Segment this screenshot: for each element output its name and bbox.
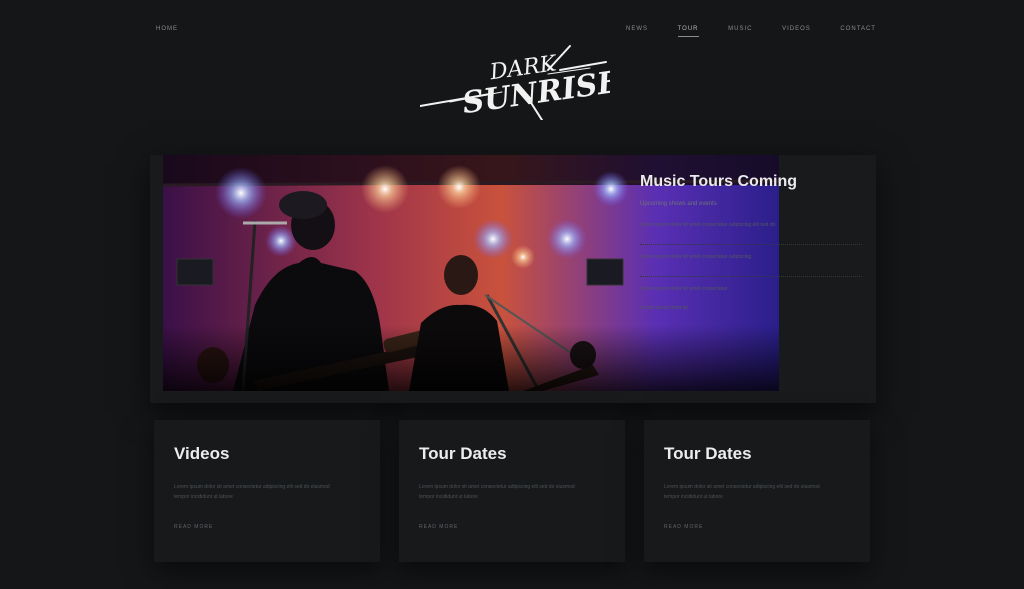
card-videos[interactable]: Videos Lorem ipsum dolor sit amet consec… [154, 420, 380, 562]
card-body: Lorem ipsum dolor sit amet consectetur a… [419, 484, 575, 500]
hero-body-line: Lorem ipsum dolor sit amet consectetur a… [640, 254, 752, 260]
card-body: Lorem ipsum dolor sit amet consectetur a… [174, 484, 330, 500]
card-tour-dates-2[interactable]: Tour Dates Lorem ipsum dolor sit amet co… [644, 420, 870, 562]
nav-home-link[interactable]: HOME [156, 26, 178, 32]
card-title: Videos [174, 444, 230, 463]
hero-text-block: Music Tours Coming Upcoming shows and ev… [640, 173, 862, 313]
nav-news-link[interactable]: NEWS [626, 26, 648, 37]
nav-videos-link[interactable]: VIDEOS [782, 26, 811, 37]
card-title: Tour Dates [419, 444, 507, 463]
hero-body-line: Lorem ipsum dolor sit amet consectetur [640, 286, 728, 292]
nav-contact-link[interactable]: CONTACT [840, 26, 876, 37]
card-read-more-link[interactable]: READ MORE [664, 524, 703, 530]
card-tour-dates[interactable]: Tour Dates Lorem ipsum dolor sit amet co… [399, 420, 625, 562]
nav-tour-link[interactable]: TOUR [677, 26, 699, 37]
card-body: Lorem ipsum dolor sit amet consectetur a… [664, 484, 820, 500]
card-title: Tour Dates [664, 444, 752, 463]
hero-subtitle: Upcoming shows and events [640, 201, 717, 207]
nav-music-link[interactable]: MUSIC [728, 26, 752, 37]
hero-body-line: Lorem ipsum dolor sit [640, 305, 688, 311]
card-read-more-link[interactable]: READ MORE [419, 524, 458, 530]
divider [640, 266, 862, 277]
card-read-more-link[interactable]: READ MORE [174, 524, 213, 530]
hero-body-line: Lorem ipsum dolor sit amet consectetur a… [640, 222, 776, 228]
divider [640, 234, 862, 245]
main-nav: NEWS TOUR MUSIC VIDEOS CONTACT [626, 26, 876, 37]
band-logo[interactable]: DARK SUNRISE [420, 40, 610, 120]
hero-title: Music Tours Coming [640, 173, 798, 190]
featured-tour-panel: Music Tours Coming Upcoming shows and ev… [150, 155, 876, 403]
